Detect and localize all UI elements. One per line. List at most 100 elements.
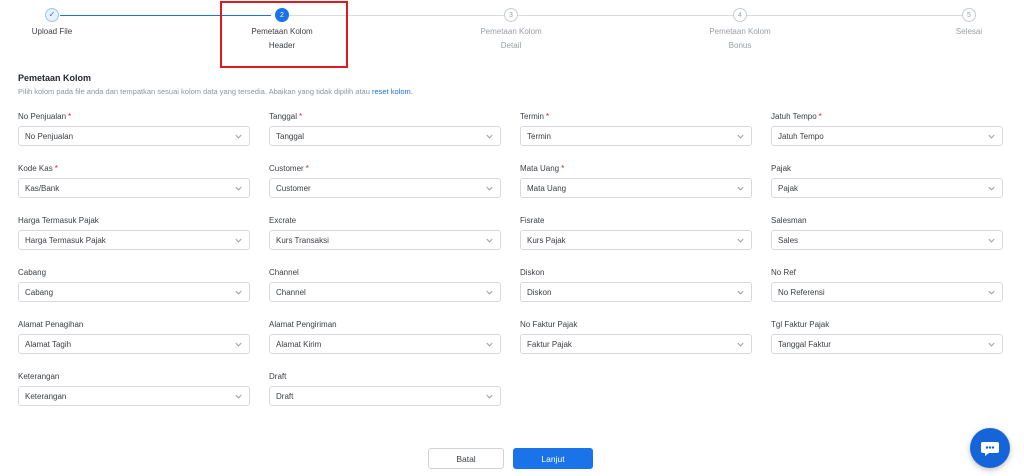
- field-label: Alamat Penagihan: [18, 318, 250, 334]
- field-label-text: Excrate: [269, 216, 297, 225]
- required-marker: *: [818, 112, 822, 121]
- step-pemetaan-bonus[interactable]: 4 Pemetaan Kolom Bonus: [670, 0, 810, 52]
- field-label-text: Keterangan: [18, 372, 60, 381]
- column-select[interactable]: Kurs Transaksi: [269, 230, 501, 250]
- column-mapping-form: No Penjualan * No Penjualan Tanggal * Tanggal…: [18, 110, 1004, 422]
- step-label: Pemetaan Kolom: [480, 27, 542, 36]
- step-pemetaan-detail[interactable]: 3 Pemetaan Kolom Detail: [441, 0, 581, 52]
- field-label: Kode Kas *: [18, 162, 250, 178]
- column-select[interactable]: Diskon: [520, 282, 752, 302]
- chevron-down-icon: [736, 288, 745, 297]
- field-label-text: Pajak: [771, 164, 792, 173]
- field-label: No Faktur Pajak: [520, 318, 752, 334]
- column-select[interactable]: Termin: [520, 126, 752, 146]
- cancel-button[interactable]: Batal: [428, 448, 504, 469]
- section-description: Pilih kolom pada file anda dan tempatkan…: [18, 87, 413, 96]
- field-label-text: Diskon: [520, 268, 545, 277]
- select-value: No Referensi: [778, 287, 825, 297]
- required-marker: *: [54, 164, 58, 173]
- reset-columns-link[interactable]: reset kolom.: [372, 87, 413, 96]
- column-select[interactable]: Keterangan: [18, 386, 250, 406]
- field-label: Pajak: [771, 162, 1003, 178]
- field-label-text: Tanggal: [269, 112, 298, 121]
- field-label-text: Harga Termasuk Pajak: [18, 216, 99, 225]
- chevron-down-icon: [987, 132, 996, 141]
- column-select[interactable]: Alamat Tagih: [18, 334, 250, 354]
- field-label-text: No Ref: [771, 268, 796, 277]
- field-label-text: Mata Uang: [520, 164, 560, 173]
- field-label-text: Fisrate: [520, 216, 545, 225]
- column-select[interactable]: Kurs Pajak: [520, 230, 752, 250]
- step-number: 3: [504, 8, 518, 22]
- column-select[interactable]: Channel: [269, 282, 501, 302]
- select-value: Channel: [276, 287, 306, 297]
- step-label: Upload File: [31, 27, 73, 36]
- field-label: Harga Termasuk Pajak: [18, 214, 250, 230]
- chevron-down-icon: [234, 288, 243, 297]
- column-select[interactable]: Pajak: [771, 178, 1003, 198]
- mapping-field: Harga Termasuk Pajak Harga Termasuk Pajak: [18, 214, 250, 266]
- chevron-down-icon: [485, 236, 494, 245]
- field-label: Mata Uang *: [520, 162, 752, 178]
- select-value: Faktur Pajak: [527, 339, 572, 349]
- mapping-field: Keterangan Keterangan: [18, 370, 250, 422]
- select-value: Kurs Transaksi: [276, 235, 329, 245]
- column-select[interactable]: Kas/Bank: [18, 178, 250, 198]
- step-label: Pemetaan Kolom: [709, 27, 771, 36]
- field-label: No Ref: [771, 266, 1003, 282]
- field-label-text: Tgl Faktur Pajak: [771, 320, 830, 329]
- column-select[interactable]: Tanggal Faktur: [771, 334, 1003, 354]
- step-selesai[interactable]: 5 Selesai: [899, 0, 1024, 38]
- select-value: Cabang: [25, 287, 54, 297]
- mapping-field: Tgl Faktur Pajak Tanggal Faktur: [771, 318, 1003, 370]
- column-select[interactable]: Jatuh Tempo: [771, 126, 1003, 146]
- mapping-field: Excrate Kurs Transaksi: [269, 214, 501, 266]
- step-number: 5: [962, 8, 976, 22]
- chevron-down-icon: [485, 288, 494, 297]
- mapping-field: Salesman Sales: [771, 214, 1003, 266]
- mapping-field: Jatuh Tempo * Jatuh Tempo: [771, 110, 1003, 162]
- chevron-down-icon: [234, 184, 243, 193]
- mapping-field: Pajak Pajak: [771, 162, 1003, 214]
- column-select[interactable]: No Referensi: [771, 282, 1003, 302]
- field-label: Channel: [269, 266, 501, 282]
- column-select[interactable]: Faktur Pajak: [520, 334, 752, 354]
- chevron-down-icon: [234, 236, 243, 245]
- column-select[interactable]: Customer: [269, 178, 501, 198]
- select-value: Pajak: [778, 183, 799, 193]
- mapping-field: Diskon Diskon: [520, 266, 752, 318]
- field-label-text: No Penjualan: [18, 112, 67, 121]
- chat-button[interactable]: [970, 428, 1010, 468]
- column-select[interactable]: No Penjualan: [18, 126, 250, 146]
- required-marker: *: [68, 112, 72, 121]
- column-select[interactable]: Sales: [771, 230, 1003, 250]
- column-select[interactable]: Tanggal: [269, 126, 501, 146]
- column-select[interactable]: Cabang: [18, 282, 250, 302]
- next-button[interactable]: Lanjut: [513, 448, 593, 469]
- field-label: No Penjualan *: [18, 110, 250, 126]
- column-select[interactable]: Draft: [269, 386, 501, 406]
- field-label-text: Salesman: [771, 216, 807, 225]
- field-label: Customer *: [269, 162, 501, 178]
- chevron-down-icon: [987, 340, 996, 349]
- column-select[interactable]: Mata Uang: [520, 178, 752, 198]
- mapping-field: No Ref No Referensi: [771, 266, 1003, 318]
- select-value: Keterangan: [25, 391, 67, 401]
- field-label-text: No Faktur Pajak: [520, 320, 578, 329]
- required-marker: *: [305, 164, 309, 173]
- mapping-field: Mata Uang * Mata Uang: [520, 162, 752, 214]
- select-value: Kas/Bank: [25, 183, 60, 193]
- column-select[interactable]: Alamat Kirim: [269, 334, 501, 354]
- step-upload-file[interactable]: ✓ Upload File: [0, 0, 122, 38]
- select-value: Tanggal: [276, 131, 305, 141]
- step-sublabel: Detail: [500, 41, 522, 50]
- column-select[interactable]: Harga Termasuk Pajak: [18, 230, 250, 250]
- step-sublabel: Bonus: [728, 41, 752, 50]
- required-marker: *: [561, 164, 565, 173]
- mapping-field: Cabang Cabang: [18, 266, 250, 318]
- select-value: Diskon: [527, 287, 552, 297]
- mapping-field: Channel Channel: [269, 266, 501, 318]
- chat-icon: [981, 442, 999, 456]
- check-icon: ✓: [45, 8, 59, 22]
- chevron-down-icon: [736, 184, 745, 193]
